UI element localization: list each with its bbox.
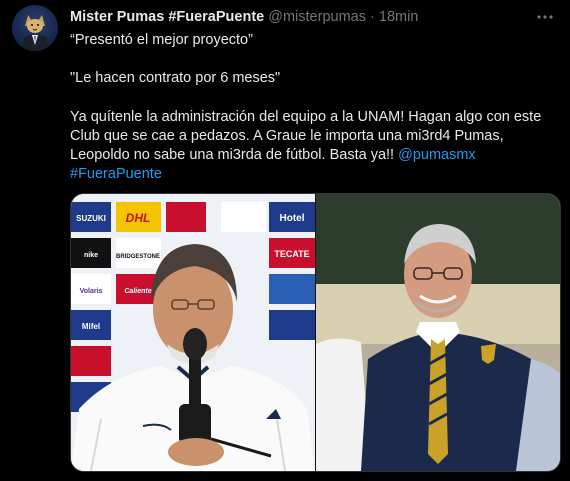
more-horizontal-icon (537, 15, 553, 19)
more-options-button[interactable] (534, 6, 556, 28)
author-avatar[interactable] (12, 5, 58, 51)
mention-link[interactable]: @pumasmx (398, 147, 476, 163)
tweet-media[interactable]: SUZUKI DHL Hotel nike BRIDGESTONE TECATE… (70, 193, 561, 472)
tweet-timestamp[interactable]: 18min (379, 9, 419, 25)
tweet-line-5: Leopoldo no sabe una mi3rda de fútbol. B… (70, 146, 550, 165)
tweet-header: Mister Pumas #FueraPuente @misterpumas ·… (70, 8, 530, 26)
author-name[interactable]: Mister Pumas #FueraPuente (70, 9, 264, 25)
tweet-line-2: "Le hacen contrato por 6 meses" (70, 70, 281, 87)
sponsor-logo-4: Hotel (280, 213, 305, 224)
tweet-line-5-text: Leopoldo no sabe una mi3rda de fútbol. B… (70, 147, 399, 164)
sponsor-logo-3: TECATE (274, 249, 309, 259)
tweet-line-1: “Presentó el mejor proyecto” (70, 32, 253, 48)
sponsor-logo-5: Volaris (80, 288, 103, 295)
tweet: Mister Pumas #FueraPuente @misterpumas ·… (0, 0, 570, 481)
separator-dot: · (370, 9, 375, 25)
hashtag-link[interactable]: #FueraPuente (70, 166, 162, 182)
tweet-text: “Presentó el mejor proyecto” "Le hacen c… (70, 31, 550, 185)
sponsor-logo-2: BRIDGESTONE (116, 254, 160, 260)
photo-press-conference[interactable]: SUZUKI DHL Hotel nike BRIDGESTONE TECATE… (71, 194, 315, 471)
photo-rector[interactable] (316, 194, 560, 471)
sponsor-logo-8: nike (84, 252, 98, 259)
author-handle[interactable]: @misterpumas (268, 9, 366, 25)
tweet-line-3: Ya quítenle la administración del equipo… (70, 108, 542, 125)
sponsor-logo-7: Mifel (82, 322, 100, 331)
sponsor-logo-1: DHL (126, 211, 151, 225)
sponsor-logo-6: Caliente (124, 288, 151, 295)
tweet-line-6: #FueraPuente (70, 165, 550, 184)
sponsor-logo-0: SUZUKI (76, 214, 106, 223)
tweet-line-4: Club que se cae a pedazos. A Graue le im… (70, 127, 504, 144)
